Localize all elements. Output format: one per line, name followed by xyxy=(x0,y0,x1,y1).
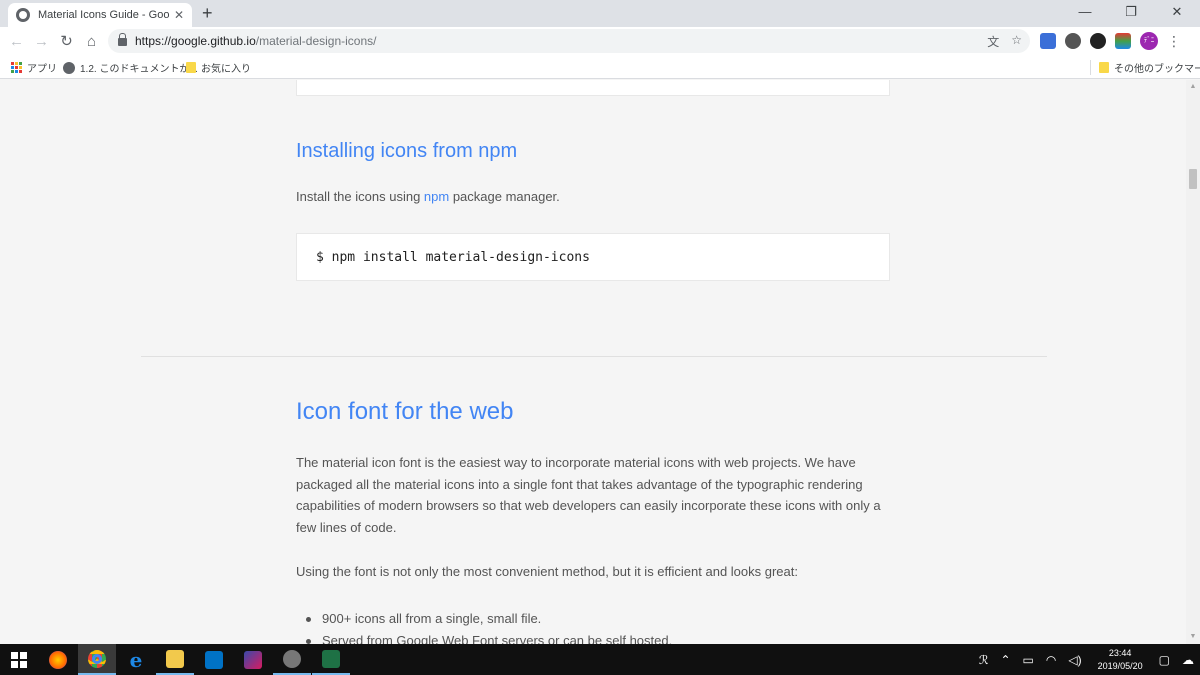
excel-icon xyxy=(322,649,340,668)
apps-grid-icon xyxy=(11,62,22,73)
icon-font-paragraph: The material icon font is the easiest wa… xyxy=(296,455,881,535)
home-button[interactable]: ⌂ xyxy=(79,33,104,50)
edge-icon: e xyxy=(129,647,143,672)
bookmark-item[interactable]: 1.2. このドキュメントが... xyxy=(63,60,198,75)
tab-strip: Material Icons Guide - Google De ✕ + — ❐… xyxy=(0,0,1200,27)
scroll-down-icon[interactable]: ▼ xyxy=(1186,630,1200,644)
extension-icon[interactable] xyxy=(1065,33,1081,49)
reload-button[interactable]: ↻ xyxy=(54,32,79,50)
code-block xyxy=(296,80,890,96)
outlook-icon xyxy=(205,650,223,669)
taskbar-app[interactable] xyxy=(234,644,272,675)
start-button[interactable] xyxy=(0,644,38,675)
taskbar-excel[interactable] xyxy=(312,644,350,675)
chrome-icon xyxy=(88,649,106,668)
bookmark-star-icon[interactable]: ☆ xyxy=(1011,33,1022,50)
section-heading-icon-font: Icon font for the web xyxy=(296,398,514,425)
bookmark-label: アプリ xyxy=(27,64,57,75)
weather-icon[interactable]: ☁ xyxy=(1182,653,1194,667)
taskbar-explorer[interactable] xyxy=(156,644,194,675)
install-paragraph: Install the icons using npm package mana… xyxy=(296,189,560,204)
bookmark-label: その他のブックマーク xyxy=(1114,64,1200,75)
folder-icon xyxy=(166,649,184,668)
battery-icon[interactable]: ▭ xyxy=(1023,653,1034,667)
bookmark-apps[interactable]: アプリ xyxy=(11,60,57,75)
scroll-up-icon[interactable]: ▲ xyxy=(1186,80,1200,94)
chevron-up-icon[interactable]: ⌃ xyxy=(1000,653,1010,667)
globe-icon xyxy=(63,61,75,74)
translate-icon[interactable]: 文 xyxy=(987,33,999,50)
bookmark-label: 1.2. このドキュメントが... xyxy=(80,64,198,75)
avatar[interactable]: ﾃﾞﾆ xyxy=(1140,32,1158,50)
address-bar[interactable]: https://google.github.io/material-design… xyxy=(108,29,1030,53)
clock[interactable]: 23:44 2019/05/20 xyxy=(1098,647,1143,673)
taskbar-edge[interactable]: e xyxy=(117,644,155,675)
globe-icon xyxy=(16,8,30,22)
url-path: /material-design-icons/ xyxy=(255,34,377,48)
npm-command-block: $ npm install material-design-icons xyxy=(296,233,890,281)
extension-icon[interactable] xyxy=(1040,33,1056,49)
folder-icon xyxy=(1099,62,1109,73)
volume-icon[interactable]: ◁) xyxy=(1068,653,1081,667)
window-controls: — ❐ ✕ xyxy=(1062,0,1200,27)
tab-title: Material Icons Guide - Google De xyxy=(38,9,170,21)
bookmarks-bar: アプリ 1.2. このドキュメントが... お気に入り その他のブックマーク xyxy=(0,55,1200,79)
menu-icon[interactable]: ⋮ xyxy=(1167,33,1181,50)
icon-font-paragraph-2: Using the font is not only the most conv… xyxy=(296,564,798,579)
page-content: Installing icons from npm Install the ic… xyxy=(0,80,1186,644)
extension-icon[interactable] xyxy=(1090,33,1106,49)
firefox-icon xyxy=(49,650,67,669)
scrollbar-thumb[interactable] xyxy=(1189,169,1197,189)
tab-material-icons[interactable]: Material Icons Guide - Google De ✕ xyxy=(8,3,192,27)
taskbar-settings[interactable] xyxy=(273,644,311,675)
new-tab-button[interactable]: + xyxy=(202,3,213,23)
other-bookmarks[interactable]: その他のブックマーク xyxy=(1090,60,1200,75)
minimize-button[interactable]: — xyxy=(1062,0,1108,27)
url-host: https://google.github.io xyxy=(135,34,256,48)
gear-icon xyxy=(283,649,301,668)
browser-toolbar: ← → ↻ ⌂ https://google.github.io/materia… xyxy=(0,27,1200,55)
forward-button[interactable]: → xyxy=(29,33,54,50)
npm-link[interactable]: npm xyxy=(424,189,449,204)
close-icon[interactable]: ✕ xyxy=(174,8,184,22)
people-icon[interactable]: ℛ xyxy=(979,653,989,667)
close-window-button[interactable]: ✕ xyxy=(1154,0,1200,27)
divider xyxy=(141,356,1047,357)
bookmark-label: お気に入り xyxy=(201,64,251,75)
scrollbar[interactable]: ▲ ▼ xyxy=(1186,80,1200,644)
extensions-area: ﾃﾞﾆ ⋮ xyxy=(1040,32,1181,50)
list-item: 900+ icons all from a single, small file… xyxy=(305,608,672,630)
extension-icon[interactable] xyxy=(1115,33,1131,49)
taskbar-firefox[interactable] xyxy=(39,644,77,675)
section-heading-npm: Installing icons from npm xyxy=(296,140,518,162)
system-tray: ℛ ⌃ ▭ ◠ ◁) 23:44 2019/05/20 ▢ ☁ xyxy=(973,644,1200,675)
notification-icon[interactable]: ▢ xyxy=(1159,653,1170,667)
taskbar: e ℛ ⌃ ▭ ◠ ◁) 23:44 2019/05/20 ▢ ☁ xyxy=(0,644,1200,675)
folder-icon xyxy=(186,62,196,73)
feature-list: 900+ icons all from a single, small file… xyxy=(305,608,672,644)
clock-time: 23:44 xyxy=(1108,647,1132,658)
bookmark-folder[interactable]: お気に入り xyxy=(186,60,251,75)
restore-button[interactable]: ❐ xyxy=(1108,0,1154,27)
list-item: Served from Google Web Font servers or c… xyxy=(305,630,672,644)
clock-date: 2019/05/20 xyxy=(1097,660,1143,671)
taskbar-outlook[interactable] xyxy=(195,644,233,675)
back-button[interactable]: ← xyxy=(4,33,29,50)
app-icon xyxy=(244,650,262,669)
wifi-icon[interactable]: ◠ xyxy=(1046,653,1056,667)
windows-icon xyxy=(11,651,27,668)
taskbar-chrome[interactable] xyxy=(78,644,116,675)
lock-icon xyxy=(118,33,127,46)
